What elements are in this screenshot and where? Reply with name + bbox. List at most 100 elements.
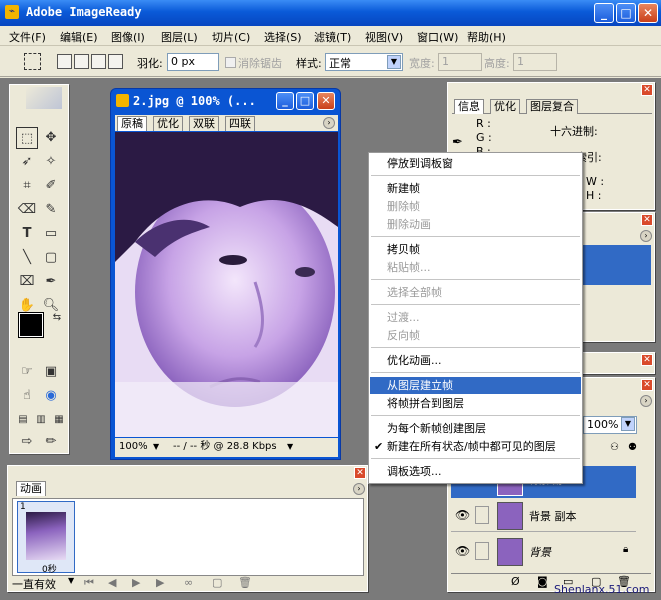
tab-4-up[interactable]: 四联 (225, 116, 255, 131)
loop-chevron-icon[interactable]: ▼ (68, 576, 74, 585)
menu-flatten-frames-into-layers[interactable]: 将帧拼合到图层 (370, 395, 581, 412)
tween-icon[interactable]: ∞ (184, 576, 193, 589)
chevron-down-icon[interactable]: ▼ (387, 55, 401, 69)
middle-panel-menu-icon[interactable]: › (640, 230, 652, 242)
tab-animation[interactable]: 动画 (16, 481, 46, 496)
style-select[interactable]: 正常 ▼ (325, 53, 403, 71)
full-screen-icon[interactable]: ▦ (48, 409, 70, 431)
menu-select-all-frames[interactable]: 选择全部帧 (370, 284, 581, 301)
lock-position-icon[interactable]: ⚉ (628, 442, 637, 453)
subtract-selection-icon[interactable] (91, 54, 106, 69)
crop-tool-icon[interactable]: ⌧ (16, 271, 38, 293)
duplicate-frame-icon[interactable]: ▢ (212, 576, 222, 589)
menu-filter[interactable]: 滤镜(T) (314, 29, 351, 45)
info-panel-close-icon[interactable]: ✕ (641, 84, 653, 96)
menu-optimize-animation[interactable]: 优化动画... (370, 352, 581, 369)
tab-layer-comps[interactable]: 图层复合 (526, 99, 578, 114)
tab-original[interactable]: 原稿 (117, 116, 147, 131)
animation-panel-close-icon[interactable]: ✕ (354, 467, 366, 479)
doc-tabs-arrow-icon[interactable]: › (323, 117, 335, 129)
opacity-chevron-icon[interactable]: ▼ (621, 417, 635, 431)
menu-palette-options[interactable]: 调板选项... (370, 463, 581, 480)
menu-new-layers-visible-all-frames[interactable]: ✔ 新建在所有状态/帧中都可见的图层 (370, 438, 581, 455)
menu-image[interactable]: 图像(I) (111, 29, 145, 45)
animation-frame[interactable]: 1 0秒 (17, 501, 75, 575)
eraser-tool-icon[interactable]: ⌫ (16, 199, 38, 221)
rectangle-tool-icon[interactable]: ▭ (40, 223, 62, 245)
menu-window[interactable]: 窗口(W) (417, 29, 458, 45)
doc-close-button[interactable]: ✕ (317, 92, 335, 110)
intersect-selection-icon[interactable] (108, 54, 123, 69)
menu-layer[interactable]: 图层(L) (161, 29, 198, 45)
brush-tool-icon[interactable]: ✎ (40, 199, 62, 221)
jump-to-photoshop-icon[interactable]: ⇨ (16, 431, 38, 453)
layer-visibility-eye-icon[interactable]: 👁︎ (455, 508, 470, 522)
preview-in-browser-icon[interactable]: ◉ (40, 385, 62, 407)
rounded-rect-icon[interactable]: ▢ (40, 247, 62, 269)
menu-delete-animation[interactable]: 删除动画 (370, 216, 581, 233)
animation-panel-menu-icon[interactable]: › (353, 483, 365, 495)
doc-minimize-button[interactable]: _ (276, 92, 294, 110)
foreground-color-swatch[interactable] (19, 313, 43, 337)
menu-view[interactable]: 视图(V) (365, 29, 403, 45)
move-tool-icon[interactable]: ✥ (40, 127, 62, 149)
menu-paste-frame[interactable]: 粘贴帧... (370, 259, 581, 276)
type-tool-icon[interactable]: T (16, 223, 38, 245)
menu-reverse-frames[interactable]: 反向帧 (370, 327, 581, 344)
doc-maximize-button[interactable]: □ (296, 92, 314, 110)
tab-info[interactable]: 信息 (454, 99, 484, 114)
layer-style-icon[interactable]: Ø (511, 575, 520, 588)
menu-dock-to-palette-well[interactable]: 停放到调板窗 (370, 155, 581, 172)
menu-make-frames-from-layers[interactable]: 从图层建立帧 (370, 377, 581, 394)
menu-select[interactable]: 选择(S) (264, 29, 302, 45)
prev-frame-icon[interactable]: ◀ (108, 576, 116, 589)
menu-edit[interactable]: 编辑(E) (60, 29, 98, 45)
eyedropper-icon[interactable]: ✒ (40, 271, 62, 293)
layer-row[interactable]: 👁︎ 背景 副本 (451, 500, 636, 532)
maximize-button[interactable]: □ (616, 3, 636, 23)
layer-row[interactable]: 👁︎ 背景 🔒︎ (451, 536, 636, 568)
antialias-checkbox[interactable] (225, 57, 236, 68)
next-frame-icon[interactable]: ▶ (156, 576, 164, 589)
layer-visibility-eye-icon[interactable]: 👁︎ (455, 544, 470, 558)
swap-colors-icon[interactable]: ⇆ (46, 307, 68, 329)
menu-help[interactable]: 帮助(H) (467, 29, 506, 45)
delete-frame-icon[interactable]: 🗑︎ (238, 576, 252, 589)
menu-tween[interactable]: 过渡... (370, 309, 581, 326)
marquee-tool-icon[interactable]: ⬚ (16, 127, 38, 149)
first-frame-icon[interactable]: ⏮ (84, 576, 94, 590)
zoom-level[interactable]: 100% (119, 438, 148, 455)
collapsed-panel-close-icon[interactable]: ✕ (641, 354, 653, 366)
slice-select-icon[interactable]: ✐ (40, 175, 62, 197)
close-button[interactable]: ✕ (638, 3, 658, 23)
layer-link-cell[interactable] (475, 542, 489, 560)
image-map-visibility-icon[interactable]: ▣ (40, 361, 62, 383)
document-image-canvas[interactable] (115, 132, 338, 437)
tab-2-up[interactable]: 双联 (189, 116, 219, 131)
new-selection-icon[interactable] (57, 54, 72, 69)
document-window[interactable]: 2.jpg @ 100% (... _ □ ✕ 原稿 优化 双联 四联 › 10… (110, 88, 341, 460)
add-selection-icon[interactable] (74, 54, 89, 69)
width-input[interactable]: 1 (438, 53, 482, 71)
edit-in-photoshop-icon[interactable]: ✏ (40, 431, 62, 453)
menu-delete-frame[interactable]: 删除帧 (370, 198, 581, 215)
frame-delay[interactable]: 0秒 (42, 562, 57, 575)
app-title-bar[interactable]: ⌁ Adobe ImageReady _ □ ✕ (0, 0, 661, 26)
tab-optimized[interactable]: 优化 (153, 116, 183, 131)
zoom-chevron-icon[interactable]: ▼ (153, 438, 159, 455)
layer-mask-icon[interactable]: ◙ (537, 575, 548, 588)
preview-toggle-icon[interactable]: ☞ (16, 361, 38, 383)
crop-slice-icon[interactable]: ⌗ (16, 175, 38, 197)
layers-panel-menu-icon[interactable]: › (640, 395, 652, 407)
lock-transparency-icon[interactable]: ⚇ (610, 442, 619, 453)
middle-panel-close-icon[interactable]: ✕ (641, 214, 653, 226)
menu-slice[interactable]: 切片(C) (212, 29, 250, 45)
menu-create-layer-per-frame[interactable]: 为每个新帧创建图层 (370, 420, 581, 437)
layers-panel-close-icon[interactable]: ✕ (641, 379, 653, 391)
height-input[interactable]: 1 (513, 53, 557, 71)
lasso-tool-icon[interactable]: ➶ (16, 151, 38, 173)
line-tool-icon[interactable]: ╲ (16, 247, 38, 269)
tab-optimize-info[interactable]: 优化 (490, 99, 520, 114)
menu-copy-frame[interactable]: 拷贝帧 (370, 241, 581, 258)
magic-wand-icon[interactable]: ✧ (40, 151, 62, 173)
